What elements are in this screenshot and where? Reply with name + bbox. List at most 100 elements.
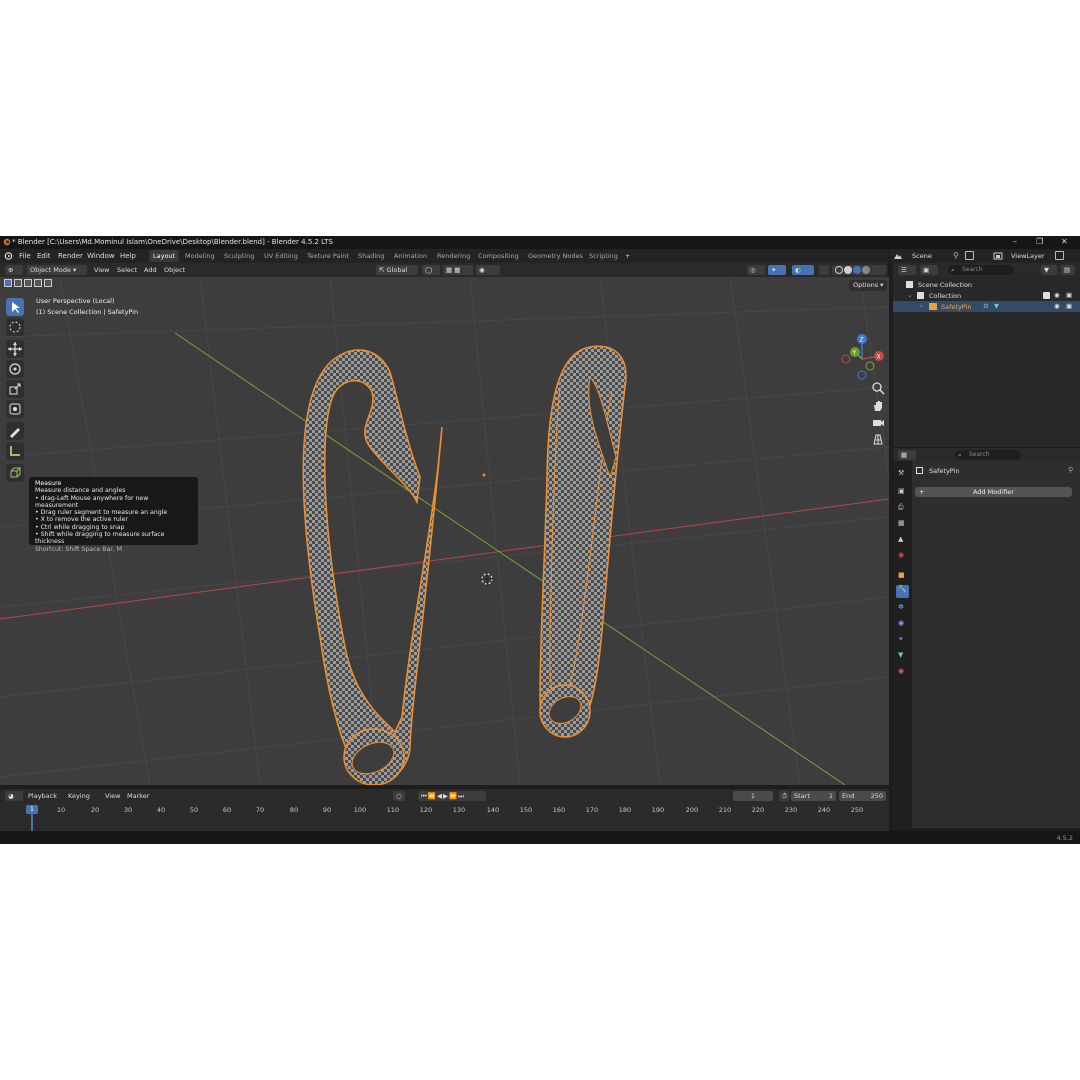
new-view-layer-icon[interactable] [1055, 251, 1064, 260]
modifier-tab-icon[interactable]: 🔧 [896, 585, 909, 598]
pin-icon[interactable]: ⚲ [1068, 466, 1073, 474]
eye-icon[interactable]: ◉ [1054, 302, 1060, 310]
tool-cursor[interactable] [6, 318, 24, 336]
tab-animation[interactable]: Animation [390, 250, 431, 262]
stopwatch-icon[interactable]: ⏱ [779, 791, 789, 801]
tab-layout[interactable]: Layout [149, 250, 180, 262]
outliner-row-scene-collection[interactable]: Scene Collection [893, 279, 1080, 290]
menu-object[interactable]: Object [164, 266, 185, 274]
outliner-search-input[interactable]: Search [948, 265, 1014, 275]
orientation-dropdown[interactable]: ⇱ Global [376, 265, 418, 275]
menu-window[interactable]: Window [87, 252, 115, 260]
camera-render-icon[interactable]: ▣ [1066, 302, 1072, 310]
expand-arrow-icon[interactable]: ⌄ [907, 291, 912, 299]
zoom-icon[interactable] [871, 381, 885, 395]
auto-key-icon[interactable]: ○ [393, 791, 405, 801]
xray-icon[interactable] [819, 265, 829, 275]
blender-menu-icon[interactable] [4, 252, 13, 260]
snap-icon[interactable]: ▦ ▦ [443, 265, 473, 275]
solid-shading-icon[interactable] [844, 266, 852, 274]
material-tab-icon[interactable]: ◉ [898, 667, 904, 675]
material-shading-icon[interactable] [853, 266, 861, 274]
tool-tab-icon[interactable]: ⚒ [898, 469, 904, 477]
constraints-tab-icon[interactable]: ⚭ [898, 635, 904, 643]
options-button[interactable]: Options ▾ [849, 280, 888, 291]
mode-dropdown[interactable]: Object Mode ▾ [27, 265, 87, 275]
menu-render[interactable]: Render [58, 252, 83, 260]
scene-name[interactable]: Scene [912, 252, 932, 260]
world-tab-icon[interactable]: ◉ [898, 551, 904, 559]
properties-search-input[interactable]: Search [955, 450, 1021, 460]
next-keyframe-icon[interactable]: ⏩ [449, 792, 458, 800]
new-scene-icon[interactable] [965, 251, 974, 260]
rendered-shading-icon[interactable] [862, 266, 870, 274]
select-invert-icon[interactable] [34, 279, 42, 287]
timeline-editor-type-icon[interactable]: ◕ [5, 791, 23, 801]
tool-transform[interactable] [6, 400, 24, 418]
properties-editor-type-icon[interactable]: ▦ [898, 450, 916, 460]
expand-arrow-icon[interactable]: › [920, 302, 923, 310]
menu-help[interactable]: Help [120, 252, 136, 260]
add-workspace-icon[interactable]: + [621, 250, 634, 262]
select-extend-icon[interactable] [14, 279, 22, 287]
start-frame-field[interactable]: Start 1 [791, 791, 836, 801]
menu-view[interactable]: View [94, 266, 109, 274]
render-tab-icon[interactable]: ▣ [898, 487, 905, 495]
tool-add-cube[interactable] [6, 464, 24, 482]
tab-texture-paint[interactable]: Texture Paint [303, 250, 353, 262]
playhead-frame[interactable]: 1 [26, 805, 38, 814]
close-icon[interactable]: ✕ [1061, 237, 1068, 246]
jump-start-icon[interactable]: ⏮ [421, 792, 428, 800]
view-layer-icon[interactable] [993, 252, 1003, 260]
restore-icon[interactable]: ❐ [1036, 237, 1043, 246]
gizmo-toggle-icon[interactable]: ✦ [768, 265, 786, 275]
view-layer-tab-icon[interactable]: ▦ [898, 519, 905, 527]
object-tab-icon[interactable]: ■ [898, 571, 905, 579]
tool-rotate[interactable] [6, 360, 24, 378]
3d-viewport[interactable]: Z Y X User Perspective (Local) (1) Scene… [0, 277, 889, 785]
editor-type-icon[interactable]: ⊕ [5, 265, 23, 275]
outliner-editor-type-icon[interactable]: ☰ [898, 265, 916, 275]
collection-checkbox[interactable] [1043, 292, 1050, 299]
tab-geometry-nodes[interactable]: Geometry Nodes [524, 250, 587, 262]
playhead-line[interactable] [31, 814, 33, 831]
view-layer-name[interactable]: ViewLayer [1011, 252, 1045, 260]
current-frame-field[interactable]: 1 [733, 791, 773, 801]
tab-uv-editing[interactable]: UV Editing [260, 250, 302, 262]
proportional-edit-icon[interactable]: ◉ [476, 265, 500, 275]
shading-modes[interactable] [832, 265, 886, 275]
outliner-row-safetypin[interactable]: › SafetyPin ⚙ ▼ ◉ ▣ [893, 301, 1080, 312]
wireframe-shading-icon[interactable] [835, 266, 843, 274]
scene-tab-icon[interactable]: ▲ [898, 535, 903, 543]
menu-select[interactable]: Select [117, 266, 137, 274]
camera-render-icon[interactable]: ▣ [1066, 291, 1072, 299]
visibility-icon[interactable]: ◎ [747, 265, 765, 275]
menu-file[interactable]: File [19, 252, 31, 260]
pivot-icon[interactable]: ◯ [422, 265, 440, 275]
menu-playback[interactable]: Playback [28, 792, 57, 800]
select-intersect-icon[interactable] [44, 279, 52, 287]
select-subtract-icon[interactable] [24, 279, 32, 287]
pan-hand-icon[interactable] [871, 398, 885, 412]
safety-pin-left[interactable] [302, 349, 443, 785]
end-frame-field[interactable]: End 250 [839, 791, 886, 801]
physics-tab-icon[interactable]: ◉ [898, 619, 904, 627]
menu-timeline-view[interactable]: View [105, 792, 120, 800]
menu-keying[interactable]: Keying [68, 792, 90, 800]
select-new-icon[interactable] [4, 279, 12, 287]
tab-compositing[interactable]: Compositing [474, 250, 523, 262]
display-mode-icon[interactable]: ▣ [920, 265, 938, 275]
modifier-icon[interactable]: ⚙ [983, 302, 989, 310]
minimize-icon[interactable]: – [1013, 237, 1017, 246]
perspective-grid-icon[interactable] [871, 432, 885, 446]
mesh-data-icon[interactable]: ▼ [994, 302, 999, 310]
tab-modeling[interactable]: Modeling [181, 250, 219, 262]
timeline[interactable]: 1 10 20 30 40 50 60 70 80 90 100 110 120… [0, 803, 889, 831]
filter-icon[interactable]: ▼ [1041, 265, 1057, 275]
particles-tab-icon[interactable]: ✻ [898, 603, 904, 611]
menu-edit[interactable]: Edit [37, 252, 51, 260]
tool-select-box[interactable] [6, 298, 24, 316]
prev-keyframe-icon[interactable]: ⏪ [428, 792, 437, 800]
tool-move[interactable] [6, 340, 24, 358]
safety-pin-right[interactable] [539, 345, 627, 738]
